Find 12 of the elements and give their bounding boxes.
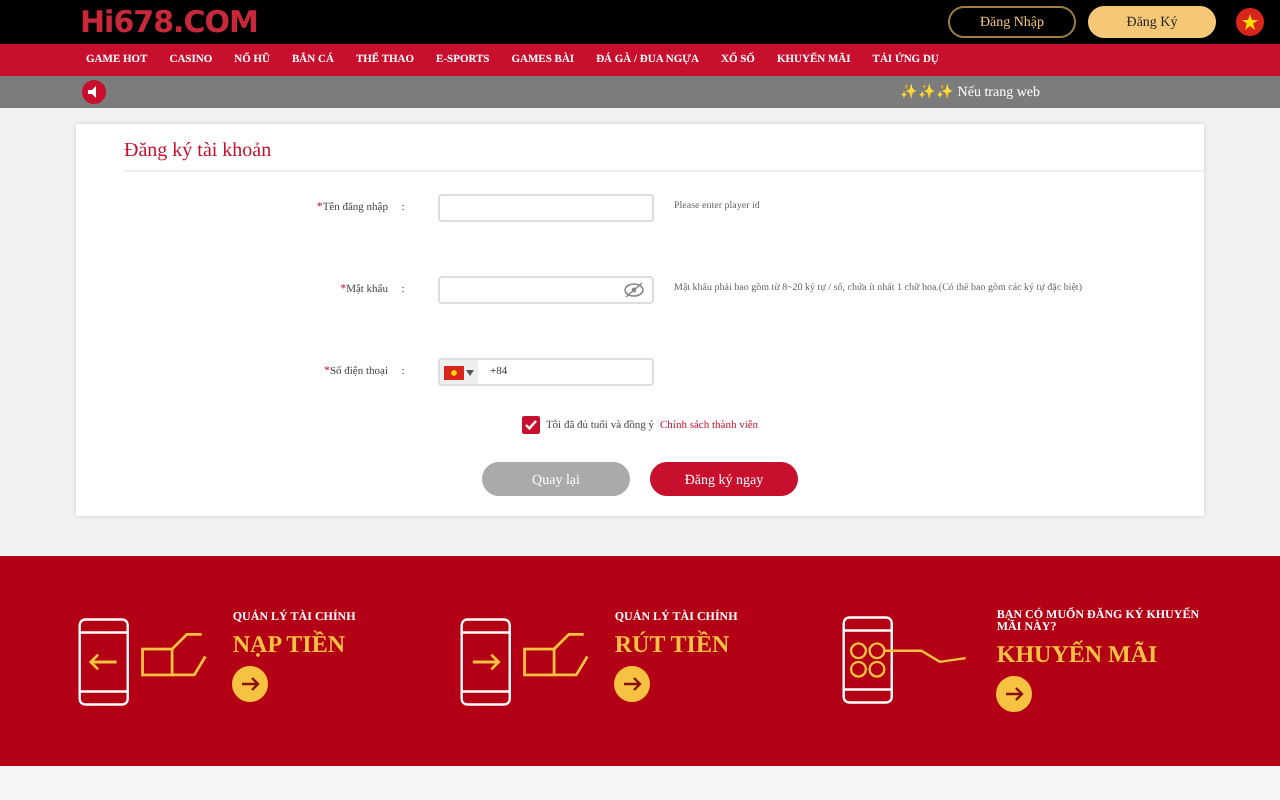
promo-title: NẠP TIỀN [232,629,346,659]
form-title: Đăng ký tài khoản [124,124,1204,172]
promo-title: RÚT TIỀN [614,629,730,659]
promo-title: KHUYẾN MÃI [996,640,1158,670]
site-logo[interactable]: Hi678.COM [80,4,258,40]
agree-checkbox[interactable] [521,416,540,434]
username-field[interactable] [438,194,654,222]
flag-icon[interactable] [1236,8,1264,36]
caret-icon[interactable] [466,369,474,375]
speaker-icon [82,80,106,104]
eye-icon[interactable] [624,282,644,298]
password-field[interactable] [438,276,654,304]
